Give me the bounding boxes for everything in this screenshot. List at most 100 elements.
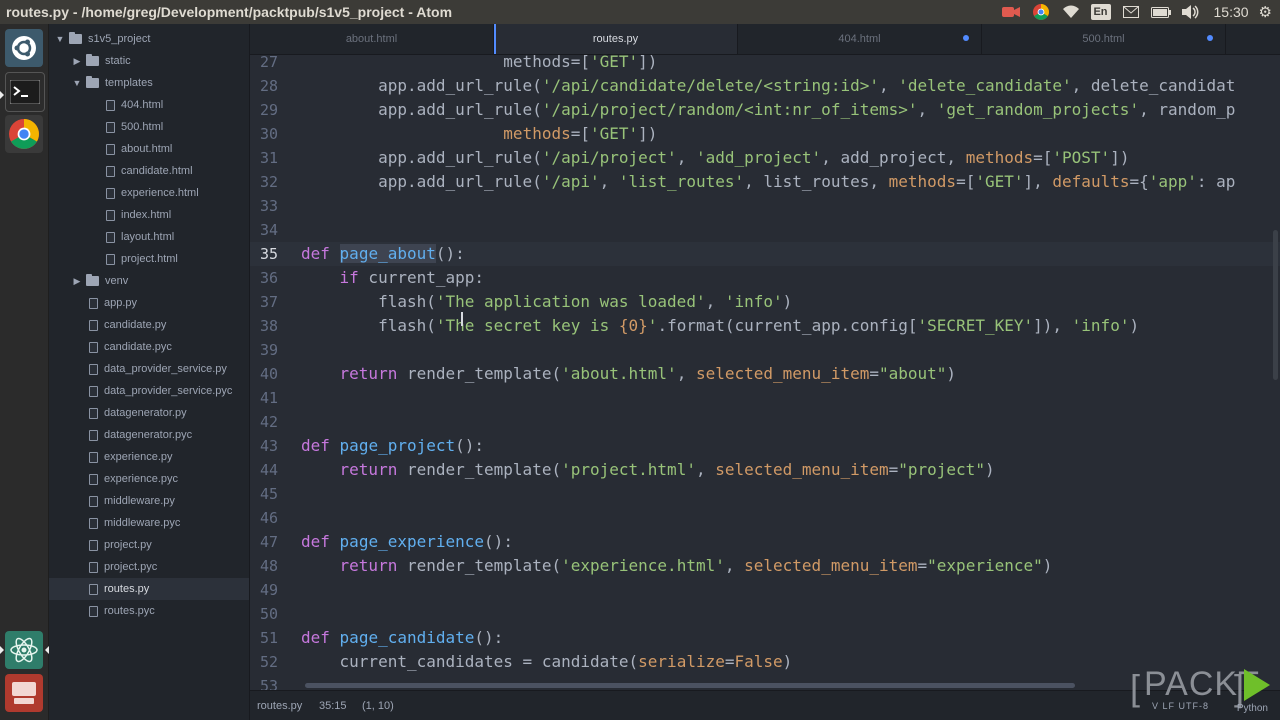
tab-500-html[interactable]: 500.html (982, 24, 1226, 54)
code-line[interactable]: 30 methods=['GET']) (250, 122, 1280, 146)
tree-file[interactable]: routes.py (49, 578, 249, 600)
ubuntu-dash-icon[interactable] (5, 29, 43, 67)
tree-file[interactable]: middleware.py (49, 490, 249, 512)
atom-launcher-icon[interactable] (5, 631, 43, 669)
tree-file[interactable]: data_provider_service.py (49, 358, 249, 380)
code-line[interactable]: 43 def page_project(): (250, 434, 1280, 458)
code-line[interactable]: 42 (250, 410, 1280, 434)
wifi-icon[interactable] (1061, 4, 1081, 20)
tree-root-folder[interactable]: ▼ s1v5_project (49, 28, 249, 50)
tree-file[interactable]: data_provider_service.pyc (49, 380, 249, 402)
status-selection-count[interactable]: (1, 10) (362, 700, 394, 712)
tab-404-html[interactable]: 404.html (738, 24, 982, 54)
chevron-right-icon: ▶ (73, 55, 81, 66)
file-icon (89, 319, 98, 331)
code-line[interactable]: 29 app.add_url_rule('/api/project/random… (250, 98, 1280, 122)
tree-file[interactable]: project.html (49, 248, 249, 270)
code-token: methods (965, 148, 1034, 167)
tab-about-html[interactable]: about.html (250, 24, 494, 54)
horizontal-scrollbar[interactable] (305, 683, 1075, 688)
code-line[interactable]: 37 flash('The application was loaded', '… (250, 290, 1280, 314)
code-text: flash('The application was loaded', 'inf… (301, 290, 792, 314)
power-gear-icon[interactable]: ⚙ (1259, 3, 1272, 21)
modified-dot-icon[interactable] (1207, 35, 1213, 41)
code-line[interactable]: 46 (250, 506, 1280, 530)
code-token: current_app: (358, 268, 485, 287)
tree-file[interactable]: project.pyc (49, 556, 249, 578)
tree-item-label: candidate.html (121, 165, 193, 177)
code-token: ) (1042, 556, 1053, 575)
tree-file[interactable]: experience.py (49, 446, 249, 468)
code-editor[interactable]: 27 methods=['GET']) 28 app.add_url_rule('… (250, 55, 1280, 690)
tab-routes-py[interactable]: routes.py (494, 24, 738, 54)
code-line[interactable]: 41 (250, 386, 1280, 410)
tree-file[interactable]: index.html (49, 204, 249, 226)
tree-folder[interactable]: ▶ static (49, 50, 249, 72)
code-line[interactable]: 44 return render_template('project.html'… (250, 458, 1280, 482)
screen-recorder-icon[interactable] (5, 674, 43, 712)
status-cursor-position[interactable]: 35:15 (319, 700, 347, 712)
tree-file[interactable]: candidate.html (49, 160, 249, 182)
code-line[interactable]: 45 (250, 482, 1280, 506)
vertical-scrollbar[interactable] (1273, 230, 1278, 380)
clock[interactable]: 15:30 (1214, 4, 1249, 20)
tree-file[interactable]: project.py (49, 534, 249, 556)
tree-file[interactable]: experience.pyc (49, 468, 249, 490)
code-line[interactable]: 50 (250, 602, 1280, 626)
code-token: app.add_url_rule( (301, 172, 542, 191)
battery-icon[interactable] (1150, 4, 1171, 20)
file-icon (106, 253, 115, 265)
tree-file[interactable]: routes.pyc (49, 600, 249, 622)
tree-file[interactable]: middleware.pyc (49, 512, 249, 534)
keyboard-language-indicator[interactable]: En (1090, 4, 1111, 20)
editor-tab-bar: about.html routes.py 404.html 500.html (250, 24, 1280, 55)
mail-icon[interactable] (1121, 4, 1141, 20)
camera-icon[interactable] (1001, 4, 1021, 20)
tree-file[interactable]: datagenerator.py (49, 402, 249, 424)
terminal-icon[interactable] (5, 72, 45, 112)
tree-item-label: app.py (104, 297, 138, 309)
code-line[interactable]: 52 current_candidates = candidate(serial… (250, 650, 1280, 674)
line-number: 37 (259, 293, 278, 311)
tree-folder[interactable]: ▶ venv (49, 270, 249, 292)
status-grammar[interactable]: Python (1237, 703, 1268, 714)
code-line[interactable]: 27 methods=['GET']) (250, 55, 1280, 74)
code-line[interactable]: 35 def page_about(): (250, 242, 1280, 266)
code-line[interactable]: 47 def page_experience(): (250, 530, 1280, 554)
tree-file[interactable]: app.py (49, 292, 249, 314)
code-token: ) (1129, 316, 1140, 335)
tree-file[interactable]: datagenerator.pyc (49, 424, 249, 446)
status-file-name[interactable]: routes.py (257, 700, 302, 712)
volume-icon[interactable] (1181, 4, 1201, 20)
code-line[interactable]: 38 flash('The secret key is {0}'.format(… (250, 314, 1280, 338)
status-encoding[interactable]: V LF UTF-8 (1152, 701, 1209, 711)
code-line[interactable]: 33 (250, 194, 1280, 218)
line-number: 34 (259, 221, 278, 239)
code-line[interactable]: 28 app.add_url_rule('/api/candidate/dele… (250, 74, 1280, 98)
chrome-launcher-icon[interactable] (5, 115, 43, 153)
line-number: 39 (259, 341, 278, 359)
code-line[interactable]: 49 (250, 578, 1280, 602)
chrome-icon[interactable] (1031, 4, 1051, 20)
tree-file[interactable]: candidate.pyc (49, 336, 249, 358)
code-token: 'app' (1148, 172, 1197, 191)
tree-file[interactable]: layout.html (49, 226, 249, 248)
code-line[interactable]: 32 app.add_url_rule('/api', 'list_routes… (250, 170, 1280, 194)
code-line[interactable]: 40 return render_template('about.html', … (250, 362, 1280, 386)
code-token: def (301, 532, 330, 551)
tree-file[interactable]: 500.html (49, 116, 249, 138)
line-number: 27 (259, 55, 278, 71)
code-line[interactable]: 31 app.add_url_rule('/api/project', 'add… (250, 146, 1280, 170)
tree-file[interactable]: experience.html (49, 182, 249, 204)
code-line[interactable]: 36 if current_app: (250, 266, 1280, 290)
tree-folder[interactable]: ▼ templates (49, 72, 249, 94)
tree-file[interactable]: candidate.py (49, 314, 249, 336)
tree-file[interactable]: about.html (49, 138, 249, 160)
code-line[interactable]: 39 (250, 338, 1280, 362)
code-line[interactable]: 51 def page_candidate(): (250, 626, 1280, 650)
code-line[interactable]: 34 (250, 218, 1280, 242)
tree-file[interactable]: 404.html (49, 94, 249, 116)
code-line[interactable]: 48 return render_template('experience.ht… (250, 554, 1280, 578)
modified-dot-icon[interactable] (963, 35, 969, 41)
